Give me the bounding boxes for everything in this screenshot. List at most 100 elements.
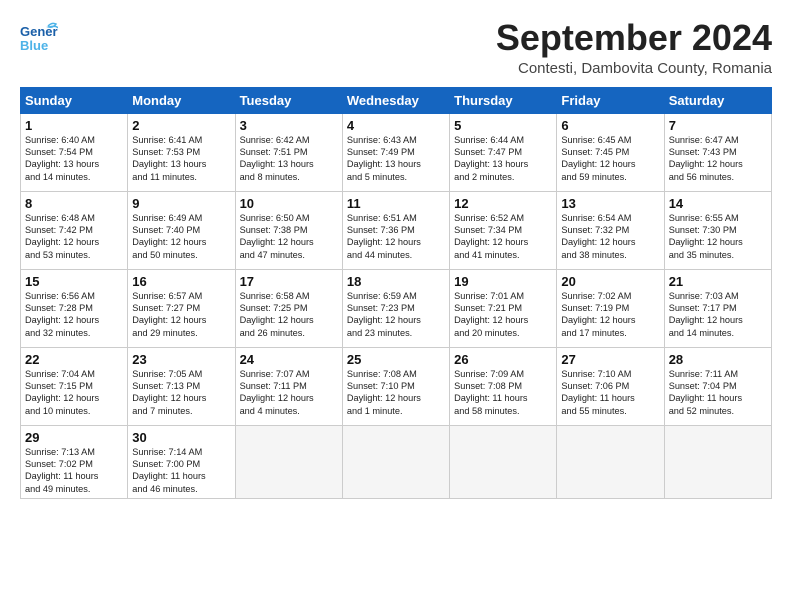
day-number: 28 — [669, 352, 767, 367]
weekday-header-row: Sunday Monday Tuesday Wednesday Thursday… — [21, 87, 772, 113]
cell-daylight-info: Sunrise: 7:07 AMSunset: 7:11 PMDaylight:… — [240, 368, 338, 418]
table-row: 4Sunrise: 6:43 AMSunset: 7:49 PMDaylight… — [342, 113, 449, 191]
page-header: General Blue September 2024 Contesti, Da… — [20, 18, 772, 77]
cell-daylight-info: Sunrise: 6:47 AMSunset: 7:43 PMDaylight:… — [669, 134, 767, 184]
table-row: 9Sunrise: 6:49 AMSunset: 7:40 PMDaylight… — [128, 191, 235, 269]
day-number: 7 — [669, 118, 767, 133]
day-number: 3 — [240, 118, 338, 133]
header-wednesday: Wednesday — [342, 87, 449, 113]
table-row: 7Sunrise: 6:47 AMSunset: 7:43 PMDaylight… — [664, 113, 771, 191]
logo-icon: General Blue — [20, 18, 58, 56]
cell-daylight-info: Sunrise: 6:52 AMSunset: 7:34 PMDaylight:… — [454, 212, 552, 262]
table-row: 25Sunrise: 7:08 AMSunset: 7:10 PMDayligh… — [342, 347, 449, 425]
cell-daylight-info: Sunrise: 7:14 AMSunset: 7:00 PMDaylight:… — [132, 446, 230, 496]
table-row: 14Sunrise: 6:55 AMSunset: 7:30 PMDayligh… — [664, 191, 771, 269]
cell-daylight-info: Sunrise: 7:09 AMSunset: 7:08 PMDaylight:… — [454, 368, 552, 418]
day-number: 20 — [561, 274, 659, 289]
day-number: 6 — [561, 118, 659, 133]
cell-daylight-info: Sunrise: 6:42 AMSunset: 7:51 PMDaylight:… — [240, 134, 338, 184]
cell-daylight-info: Sunrise: 7:08 AMSunset: 7:10 PMDaylight:… — [347, 368, 445, 418]
calendar-week-row: 8Sunrise: 6:48 AMSunset: 7:42 PMDaylight… — [21, 191, 772, 269]
day-number: 2 — [132, 118, 230, 133]
month-title: September 2024 — [496, 18, 772, 58]
logo: General Blue — [20, 18, 58, 56]
table-row: 16Sunrise: 6:57 AMSunset: 7:27 PMDayligh… — [128, 269, 235, 347]
cell-daylight-info: Sunrise: 7:04 AMSunset: 7:15 PMDaylight:… — [25, 368, 123, 418]
cell-daylight-info: Sunrise: 6:58 AMSunset: 7:25 PMDaylight:… — [240, 290, 338, 340]
header-saturday: Saturday — [664, 87, 771, 113]
table-row: 19Sunrise: 7:01 AMSunset: 7:21 PMDayligh… — [450, 269, 557, 347]
table-row: 21Sunrise: 7:03 AMSunset: 7:17 PMDayligh… — [664, 269, 771, 347]
table-row — [450, 425, 557, 499]
calendar-week-row: 1Sunrise: 6:40 AMSunset: 7:54 PMDaylight… — [21, 113, 772, 191]
day-number: 26 — [454, 352, 552, 367]
location-subtitle: Contesti, Dambovita County, Romania — [496, 60, 772, 77]
cell-daylight-info: Sunrise: 7:03 AMSunset: 7:17 PMDaylight:… — [669, 290, 767, 340]
table-row: 3Sunrise: 6:42 AMSunset: 7:51 PMDaylight… — [235, 113, 342, 191]
day-number: 4 — [347, 118, 445, 133]
table-row: 15Sunrise: 6:56 AMSunset: 7:28 PMDayligh… — [21, 269, 128, 347]
cell-daylight-info: Sunrise: 6:55 AMSunset: 7:30 PMDaylight:… — [669, 212, 767, 262]
header-sunday: Sunday — [21, 87, 128, 113]
table-row: 30Sunrise: 7:14 AMSunset: 7:00 PMDayligh… — [128, 425, 235, 499]
table-row: 27Sunrise: 7:10 AMSunset: 7:06 PMDayligh… — [557, 347, 664, 425]
header-thursday: Thursday — [450, 87, 557, 113]
day-number: 13 — [561, 196, 659, 211]
table-row — [557, 425, 664, 499]
day-number: 25 — [347, 352, 445, 367]
day-number: 27 — [561, 352, 659, 367]
table-row: 8Sunrise: 6:48 AMSunset: 7:42 PMDaylight… — [21, 191, 128, 269]
day-number: 15 — [25, 274, 123, 289]
table-row: 23Sunrise: 7:05 AMSunset: 7:13 PMDayligh… — [128, 347, 235, 425]
day-number: 21 — [669, 274, 767, 289]
header-tuesday: Tuesday — [235, 87, 342, 113]
cell-daylight-info: Sunrise: 7:10 AMSunset: 7:06 PMDaylight:… — [561, 368, 659, 418]
cell-daylight-info: Sunrise: 6:59 AMSunset: 7:23 PMDaylight:… — [347, 290, 445, 340]
day-number: 12 — [454, 196, 552, 211]
table-row: 29Sunrise: 7:13 AMSunset: 7:02 PMDayligh… — [21, 425, 128, 499]
table-row — [664, 425, 771, 499]
svg-text:Blue: Blue — [20, 38, 48, 53]
cell-daylight-info: Sunrise: 6:57 AMSunset: 7:27 PMDaylight:… — [132, 290, 230, 340]
title-block: September 2024 Contesti, Dambovita Count… — [496, 18, 772, 77]
table-row: 5Sunrise: 6:44 AMSunset: 7:47 PMDaylight… — [450, 113, 557, 191]
cell-daylight-info: Sunrise: 6:41 AMSunset: 7:53 PMDaylight:… — [132, 134, 230, 184]
day-number: 30 — [132, 430, 230, 445]
table-row: 28Sunrise: 7:11 AMSunset: 7:04 PMDayligh… — [664, 347, 771, 425]
cell-daylight-info: Sunrise: 6:51 AMSunset: 7:36 PMDaylight:… — [347, 212, 445, 262]
day-number: 9 — [132, 196, 230, 211]
cell-daylight-info: Sunrise: 6:48 AMSunset: 7:42 PMDaylight:… — [25, 212, 123, 262]
day-number: 1 — [25, 118, 123, 133]
table-row: 17Sunrise: 6:58 AMSunset: 7:25 PMDayligh… — [235, 269, 342, 347]
day-number: 11 — [347, 196, 445, 211]
table-row: 13Sunrise: 6:54 AMSunset: 7:32 PMDayligh… — [557, 191, 664, 269]
cell-daylight-info: Sunrise: 6:49 AMSunset: 7:40 PMDaylight:… — [132, 212, 230, 262]
day-number: 19 — [454, 274, 552, 289]
table-row: 22Sunrise: 7:04 AMSunset: 7:15 PMDayligh… — [21, 347, 128, 425]
cell-daylight-info: Sunrise: 7:11 AMSunset: 7:04 PMDaylight:… — [669, 368, 767, 418]
calendar-week-row: 22Sunrise: 7:04 AMSunset: 7:15 PMDayligh… — [21, 347, 772, 425]
day-number: 16 — [132, 274, 230, 289]
table-row: 2Sunrise: 6:41 AMSunset: 7:53 PMDaylight… — [128, 113, 235, 191]
day-number: 8 — [25, 196, 123, 211]
day-number: 18 — [347, 274, 445, 289]
table-row: 18Sunrise: 6:59 AMSunset: 7:23 PMDayligh… — [342, 269, 449, 347]
day-number: 14 — [669, 196, 767, 211]
cell-daylight-info: Sunrise: 6:44 AMSunset: 7:47 PMDaylight:… — [454, 134, 552, 184]
cell-daylight-info: Sunrise: 6:45 AMSunset: 7:45 PMDaylight:… — [561, 134, 659, 184]
calendar-table: Sunday Monday Tuesday Wednesday Thursday… — [20, 87, 772, 500]
table-row: 12Sunrise: 6:52 AMSunset: 7:34 PMDayligh… — [450, 191, 557, 269]
day-number: 22 — [25, 352, 123, 367]
cell-daylight-info: Sunrise: 6:54 AMSunset: 7:32 PMDaylight:… — [561, 212, 659, 262]
table-row: 6Sunrise: 6:45 AMSunset: 7:45 PMDaylight… — [557, 113, 664, 191]
table-row: 20Sunrise: 7:02 AMSunset: 7:19 PMDayligh… — [557, 269, 664, 347]
cell-daylight-info: Sunrise: 6:40 AMSunset: 7:54 PMDaylight:… — [25, 134, 123, 184]
day-number: 29 — [25, 430, 123, 445]
cell-daylight-info: Sunrise: 6:56 AMSunset: 7:28 PMDaylight:… — [25, 290, 123, 340]
cell-daylight-info: Sunrise: 7:01 AMSunset: 7:21 PMDaylight:… — [454, 290, 552, 340]
cell-daylight-info: Sunrise: 7:05 AMSunset: 7:13 PMDaylight:… — [132, 368, 230, 418]
day-number: 23 — [132, 352, 230, 367]
day-number: 10 — [240, 196, 338, 211]
cell-daylight-info: Sunrise: 7:02 AMSunset: 7:19 PMDaylight:… — [561, 290, 659, 340]
header-monday: Monday — [128, 87, 235, 113]
